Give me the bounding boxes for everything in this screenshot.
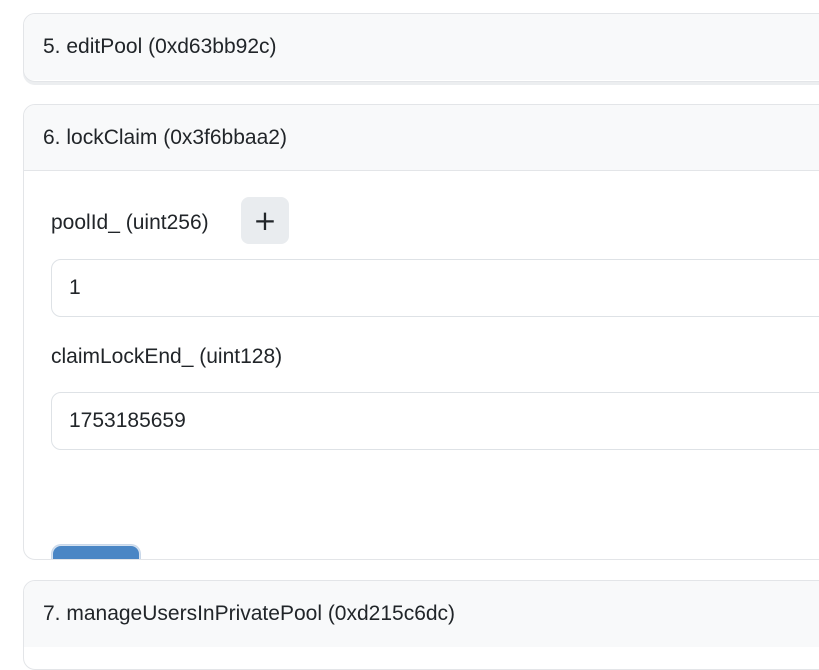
poolid-label: poolId_ (uint256) <box>51 211 209 234</box>
function-title: 6. lockClaim (0x3f6bbaa2) <box>43 125 287 149</box>
function-header-manageusersinprivatepool[interactable]: 7. manageUsersInPrivatePool (0xd215c6dc) <box>24 581 819 647</box>
claimlockend-label: claimLockEnd_ (uint128) <box>51 345 283 368</box>
claimlockend-input[interactable] <box>51 392 819 450</box>
function-card-editpool: 5. editPool (0xd63bb92c) <box>23 13 819 82</box>
function-card-lockclaim: 6. lockClaim (0x3f6bbaa2) poolId_ (uint2… <box>23 104 819 560</box>
write-button[interactable]: Write <box>52 545 140 559</box>
add-poolid-button[interactable]: + <box>241 197 289 244</box>
function-title: 5. editPool (0xd63bb92c) <box>43 35 277 58</box>
function-header-lockclaim[interactable]: 6. lockClaim (0x3f6bbaa2) <box>24 105 819 171</box>
function-card-manageusersinprivatepool: 7. manageUsersInPrivatePool (0xd215c6dc) <box>23 580 819 670</box>
poolid-input[interactable] <box>51 259 819 317</box>
function-title: 7. manageUsersInPrivatePool (0xd215c6dc) <box>43 602 456 625</box>
function-header-editpool[interactable]: 5. editPool (0xd63bb92c) <box>24 14 819 80</box>
